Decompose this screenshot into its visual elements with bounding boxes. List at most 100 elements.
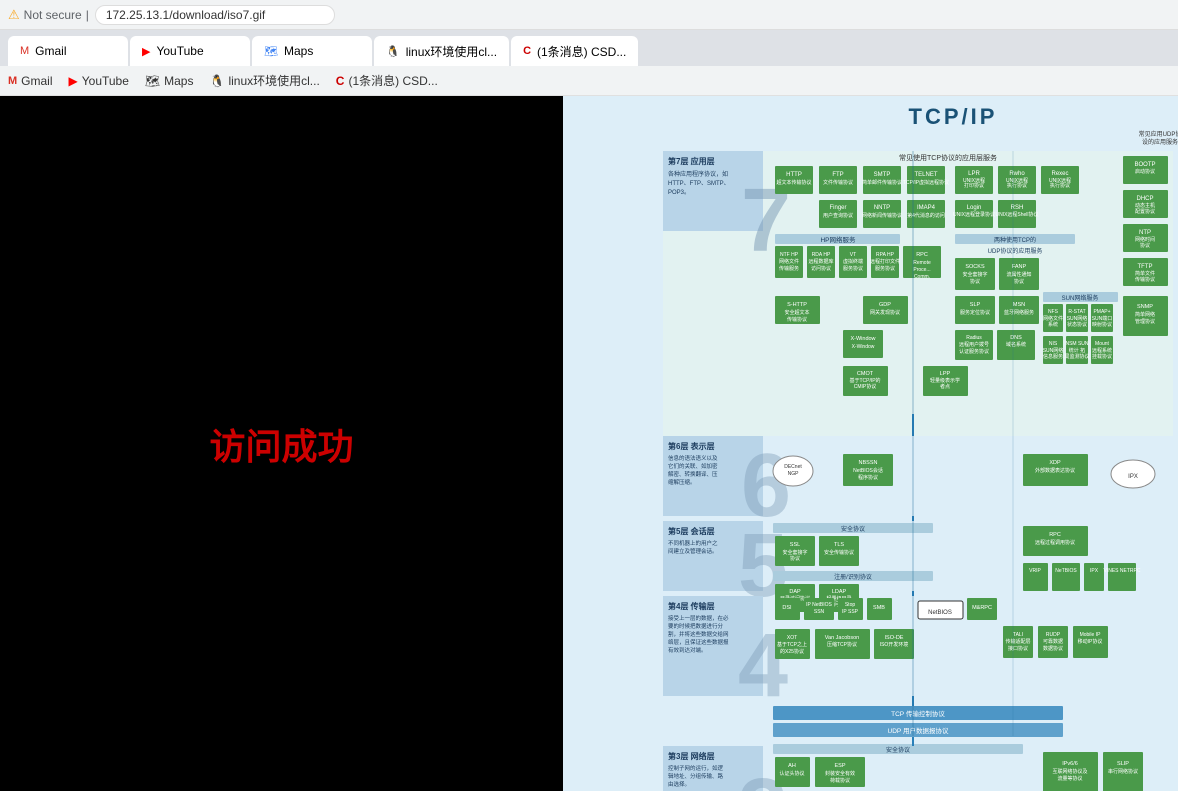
svg-text:安全协议: 安全协议 [841, 525, 865, 533]
tab-youtube[interactable]: ▶ YouTube [130, 36, 250, 66]
svg-text:缩解压缩。: 缩解压缩。 [668, 478, 696, 486]
svg-text:HP网络服务: HP网络服务 [820, 235, 856, 244]
bookmark-gmail[interactable]: M Gmail [8, 74, 53, 88]
bookmark-maps[interactable]: 🗺 Maps [145, 74, 194, 88]
svg-text:SLP: SLP [970, 302, 981, 308]
svg-text:管理协议: 管理协议 [1135, 318, 1155, 325]
svg-text:不同机器上的用户之: 不同机器上的用户之 [668, 539, 718, 547]
svg-text:Rwho: Rwho [1009, 171, 1025, 177]
svg-text:辑地址、分组传输、路: 辑地址、分组传输、路 [668, 772, 724, 780]
svg-text:SSN: SSN [814, 609, 825, 615]
url-separator: | [86, 8, 89, 22]
svg-text:UDP 用户数据报协议: UDP 用户数据报协议 [888, 726, 949, 735]
svg-text:启动协议: 启动协议 [1135, 168, 1155, 175]
diagram-scroll[interactable]: TCP/IP 常见应用UDP协议 设的应用服务务 第7层 应用层 各种应用程序协… [563, 96, 1178, 791]
svg-text:要的时候把数据进行分: 要的时候把数据进行分 [668, 622, 724, 630]
left-panel: 访问成功 [0, 96, 563, 791]
svg-text:网关发现协议: 网关发现协议 [870, 309, 900, 316]
svg-text:系统: 系统 [1048, 321, 1058, 328]
svg-text:常见应用UDP协议: 常见应用UDP协议 [1139, 130, 1178, 138]
svg-text:NGP: NGP [788, 471, 800, 477]
svg-text:UNIX远程登录协议: UNIX远程登录协议 [953, 211, 995, 218]
access-success-text: 访问成功 [209, 418, 353, 470]
svg-text:NBSSN: NBSSN [859, 460, 878, 466]
svg-text:服务协议: 服务协议 [875, 265, 895, 272]
svg-text:协议: 协议 [1014, 278, 1024, 285]
svg-text:DHCP: DHCP [1136, 196, 1153, 202]
svg-text:割，并将这些数据交给网: 割，并将这些数据交给网 [668, 630, 729, 638]
bookmark-csdn-icon: C [336, 74, 345, 88]
svg-text:ISO-DE: ISO-DE [885, 635, 904, 641]
svg-text:文件传输协议: 文件传输协议 [823, 179, 853, 186]
svg-text:第5层 会话层: 第5层 会话层 [668, 526, 715, 536]
svg-text:移动IP协议: 移动IP协议 [1078, 638, 1103, 645]
svg-text:程序协议: 程序协议 [858, 474, 878, 481]
svg-text:简单网络: 简单网络 [1135, 311, 1155, 318]
svg-text:注册/识别协议: 注册/识别协议 [834, 573, 872, 581]
svg-text:网络文件: 网络文件 [1043, 315, 1063, 322]
tab-youtube-label: YouTube [156, 44, 203, 58]
svg-text:流量等协议: 流量等协议 [1057, 775, 1082, 782]
svg-text:IMAP4: IMAP4 [917, 205, 936, 211]
svg-text:SUN网络: SUN网络 [1067, 315, 1088, 322]
svg-text:安全协议: 安全协议 [886, 746, 910, 754]
right-panel: TCP/IP 常见应用UDP协议 设的应用服务务 第7层 应用层 各种应用程序协… [563, 96, 1178, 791]
svg-text:NetBIOS会话: NetBIOS会话 [853, 467, 883, 474]
svg-text:封装安全有效: 封装安全有效 [825, 770, 855, 777]
tab-linux[interactable]: 🐧 linux环境使用cl... [374, 36, 509, 66]
svg-text:络层，且保证这些数据报: 络层，且保证这些数据报 [668, 638, 729, 646]
svg-text:TLS: TLS [834, 542, 844, 548]
svg-text:间建立及管理会话。: 间建立及管理会话。 [668, 547, 718, 555]
bookmark-csdn[interactable]: C (1条消息) CSD... [336, 72, 438, 89]
svg-text:设的应用服务务: 设的应用服务务 [1142, 138, 1178, 146]
svg-text:流属性通知: 流属性通知 [1006, 271, 1031, 278]
svg-text:数据协议: 数据协议 [1043, 645, 1063, 652]
svg-text:简单文件: 简单文件 [1135, 270, 1155, 277]
svg-text:传输协议: 传输协议 [1135, 276, 1155, 283]
tab-gmail-label: Gmail [35, 44, 66, 58]
tab-maps[interactable]: 🗺 Maps [252, 36, 372, 66]
svg-text:外部数据表达协议: 外部数据表达协议 [1035, 467, 1075, 474]
svg-text:信息服务: 信息服务 [1043, 353, 1063, 360]
svg-text:M&RPC: M&RPC [972, 605, 992, 611]
svg-text:POP3。: POP3。 [668, 190, 690, 196]
svg-text:RPC: RPC [1049, 532, 1061, 538]
youtube-icon: ▶ [142, 45, 150, 58]
svg-text:荷载协议: 荷载协议 [830, 777, 850, 784]
svg-text:SNMP: SNMP [1137, 304, 1153, 310]
svg-text:基于TCP/IP的: 基于TCP/IP的 [849, 377, 880, 384]
csdn-icon: C [523, 45, 531, 57]
svg-text:BOOTP: BOOTP [1134, 162, 1155, 168]
bookmark-linux[interactable]: 🐧 linux环境使用cl... [209, 72, 319, 89]
svg-text:远程过程调用协议: 远程过程调用协议 [1035, 539, 1075, 546]
svg-text:UDP协议的应用服务: UDP协议的应用服务 [988, 247, 1043, 255]
svg-text:DAP: DAP [789, 589, 801, 595]
svg-text:信息的语法语义以及: 信息的语法语义以及 [668, 454, 718, 462]
svg-text:SOCKS: SOCKS [965, 264, 985, 270]
maps-icon: 🗺 [264, 45, 278, 58]
svg-text:DECnet: DECnet [784, 464, 802, 470]
svg-text:远程数据库: 远程数据库 [808, 258, 833, 265]
svg-text:简单邮件传输协议: 简单邮件传输协议 [862, 179, 902, 186]
bookmark-youtube[interactable]: ▶ YouTube [69, 74, 129, 88]
svg-text:LDAP: LDAP [832, 589, 847, 595]
svg-text:XOT: XOT [787, 635, 797, 641]
svg-text:控制子网的运行，如逻: 控制子网的运行，如逻 [668, 764, 724, 772]
svg-text:GDP: GDP [879, 302, 891, 308]
svg-text:HTTP、FTP、SMTP、: HTTP、FTP、SMTP、 [668, 181, 730, 187]
svg-text:两种使用TCP的: 两种使用TCP的 [994, 236, 1036, 244]
warning-icon: ⚠ [8, 7, 20, 23]
bookmarks-bar: M Gmail ▶ YouTube 🗺 Maps 🐧 linux环境使用cl..… [0, 66, 1178, 96]
svg-text:域名系统: 域名系统 [1006, 341, 1026, 348]
svg-text:TALI: TALI [1013, 632, 1023, 638]
svg-text:可靠数据: 可靠数据 [1043, 638, 1063, 645]
tab-gmail[interactable]: M Gmail [8, 36, 128, 66]
svg-text:SUN端口: SUN端口 [1092, 315, 1113, 322]
tab-csdn[interactable]: C (1条消息) CSD... [511, 36, 638, 66]
svg-text:传输协议: 传输协议 [787, 316, 807, 323]
tcpip-diagram: TCP/IP 常见应用UDP协议 设的应用服务务 第7层 应用层 各种应用程序协… [563, 96, 1178, 791]
svg-text:Mount: Mount [1095, 341, 1110, 347]
svg-text:RUDP: RUDP [1046, 632, 1061, 638]
svg-text:远程系统: 远程系统 [1092, 347, 1112, 354]
address-bar[interactable]: 172.25.13.1/download/iso7.gif [95, 5, 335, 25]
